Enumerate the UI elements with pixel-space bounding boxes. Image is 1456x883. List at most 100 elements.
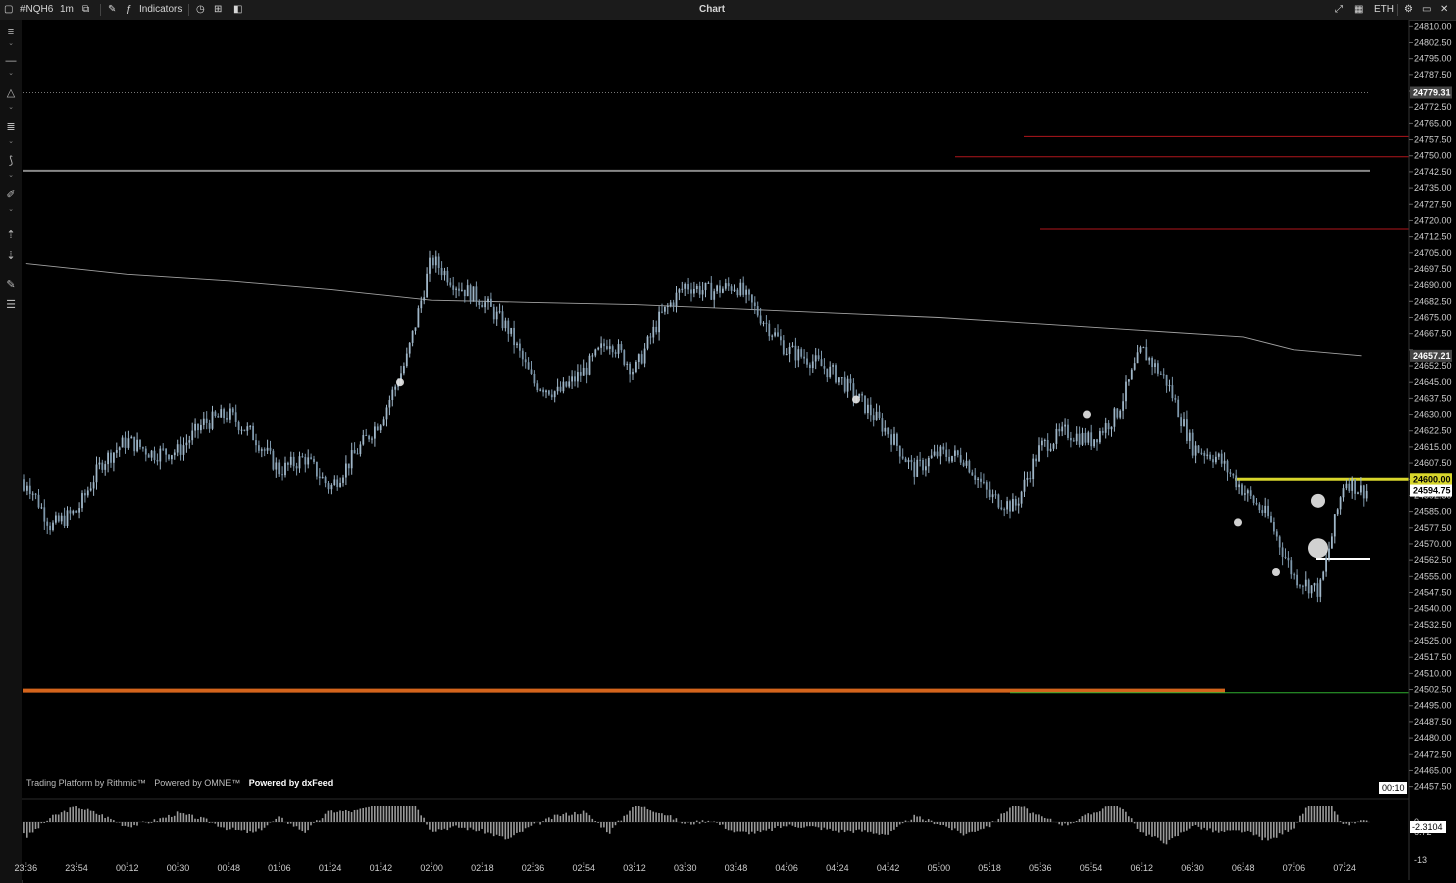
oscillator-bar	[165, 817, 167, 822]
oscillator-bar	[806, 822, 808, 827]
oscillator-bar	[591, 818, 594, 822]
oscillator-bar	[748, 822, 750, 835]
oscillator-bar	[588, 815, 591, 822]
price-chart[interactable]: 6.720-13-2.3104 24810.0024802.5024795.00…	[0, 0, 1456, 883]
oscillator-bar	[411, 806, 414, 822]
oscillator-bar	[310, 822, 312, 826]
candle-body	[1151, 357, 1153, 368]
oscillator-bar	[1232, 822, 1234, 831]
oscillator-bar	[1354, 822, 1356, 824]
oscillator-bar	[72, 806, 74, 822]
candle-body	[869, 404, 872, 416]
oscillator-bar	[1020, 806, 1023, 822]
price-tick-label: 24802.50	[1414, 37, 1452, 47]
price-tick-label: 24652.50	[1414, 361, 1452, 371]
oscillator-bar	[666, 815, 669, 822]
oscillator-bar	[669, 815, 672, 822]
oscillator-bar	[1038, 814, 1040, 822]
candle-body	[1342, 488, 1345, 498]
oscillator-bar	[440, 822, 443, 830]
oscillator-bar	[179, 812, 182, 822]
oscillator-bar	[31, 822, 34, 833]
oscillator-bar	[1136, 822, 1139, 829]
oscillator-bar	[1159, 822, 1162, 841]
oscillator-bar	[443, 822, 446, 829]
oscillator-bar	[1151, 822, 1153, 837]
time-tick-label: 05:00	[928, 863, 951, 873]
oscillator-bar	[753, 822, 756, 834]
candle-body	[1319, 579, 1322, 597]
price-tick-label: 24510.00	[1414, 668, 1452, 678]
candle-body	[774, 332, 776, 336]
oscillator-bar	[1014, 806, 1017, 822]
oscillator-bar	[275, 818, 277, 822]
candle-body	[394, 386, 397, 390]
candle-body	[585, 367, 588, 375]
candle-body	[971, 472, 974, 476]
time-tick-label: 07:24	[1333, 863, 1356, 873]
candle-body	[1046, 440, 1049, 451]
candle-body	[289, 456, 292, 465]
candle-body	[1029, 477, 1032, 480]
candle-body	[130, 436, 133, 439]
oscillator-bar	[49, 818, 51, 822]
candle-body	[57, 515, 60, 522]
oscillator-bar	[40, 822, 43, 824]
candle-body	[782, 340, 785, 355]
oscillator-bar	[893, 822, 895, 830]
oscillator-bar	[171, 816, 173, 822]
oscillator-bar	[527, 822, 530, 828]
candle-body	[1006, 501, 1008, 510]
oscillator-bar	[919, 816, 921, 822]
oscillator-bar	[1241, 822, 1243, 833]
candle-body	[571, 376, 573, 382]
oscillator-bar	[803, 822, 805, 828]
oscillator-bar	[197, 818, 199, 822]
oscillator-bar	[867, 822, 869, 833]
oscillator-bar	[1258, 822, 1261, 837]
oscillator-bar	[1043, 817, 1046, 822]
oscillator-bar	[295, 822, 298, 827]
candle-body	[1200, 452, 1203, 454]
time-tick-label: 02:18	[471, 863, 494, 873]
oscillator-bar	[962, 822, 965, 836]
oscillator-bar	[1058, 822, 1060, 825]
candle-body	[1310, 585, 1313, 594]
oscillator-bar	[185, 814, 188, 822]
oscillator-bar	[359, 808, 362, 822]
candle-body	[327, 483, 330, 490]
oscillator-bar	[1128, 816, 1130, 822]
candle-body	[63, 515, 66, 526]
candle-body	[159, 448, 162, 462]
oscillator-bar	[1122, 808, 1124, 822]
candle-body	[1345, 483, 1348, 489]
oscillator-bar	[490, 822, 492, 834]
oscillator-bar	[835, 822, 837, 831]
candle-body	[1232, 473, 1235, 476]
candle-body	[962, 462, 965, 466]
oscillator-bar	[556, 814, 559, 822]
candle-body	[382, 419, 385, 426]
candle-body	[753, 302, 756, 307]
oscillator-bar	[1270, 822, 1272, 839]
oscillator-bar	[1360, 820, 1362, 822]
candle-body	[635, 361, 637, 372]
candle-body	[501, 311, 504, 329]
candle-body	[127, 438, 130, 448]
candle-body	[1154, 363, 1156, 368]
candle-body	[243, 429, 246, 431]
candle-body	[559, 386, 562, 392]
candle-body	[884, 427, 887, 432]
oscillator-bar	[852, 822, 855, 833]
candle-body	[829, 366, 832, 378]
oscillator-bar	[316, 820, 318, 822]
candle-body	[1023, 479, 1026, 492]
oscillator-bar	[66, 812, 69, 822]
candle-body	[295, 466, 298, 469]
oscillator-bar	[1348, 822, 1350, 826]
oscillator-bar	[446, 822, 449, 831]
oscillator-bar	[95, 813, 98, 822]
oscillator-bar	[1226, 822, 1229, 831]
candle-body	[139, 439, 141, 448]
candle-body	[1026, 477, 1029, 480]
